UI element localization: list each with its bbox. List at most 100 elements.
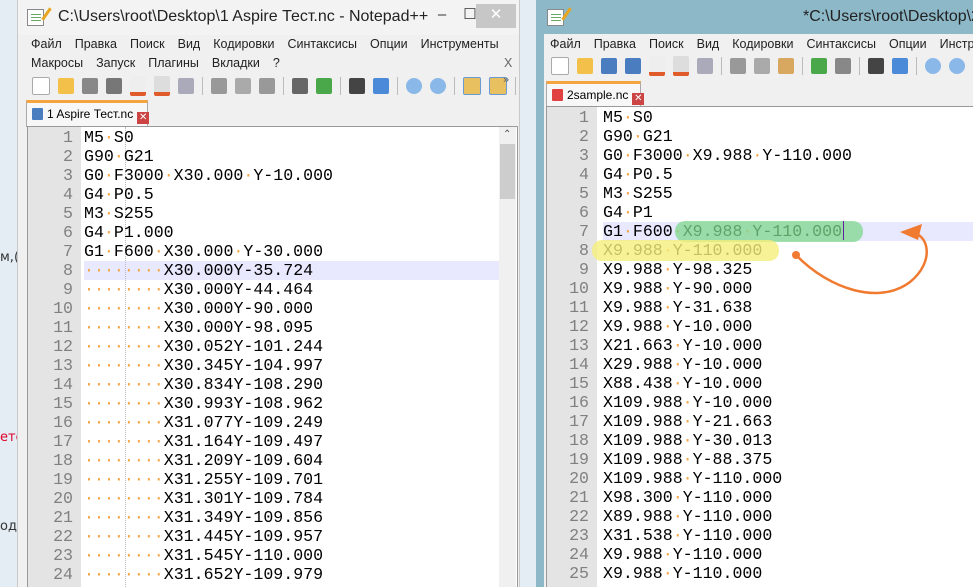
code-line[interactable]: 1 M5 S0 bbox=[547, 108, 973, 127]
code-line[interactable]: 4 G4 P0.5 bbox=[28, 185, 499, 204]
code-line[interactable]: 7 G1 F600 X30.000 Y-30.000 bbox=[28, 242, 499, 261]
replace-icon[interactable] bbox=[892, 58, 908, 74]
menu-file[interactable]: Файл bbox=[31, 37, 62, 51]
code-line[interactable]: 24 X9.988 Y-110.000 bbox=[547, 545, 973, 564]
code-line[interactable]: 17 X109.988 Y-21.663 bbox=[547, 412, 973, 431]
new-file-icon[interactable] bbox=[32, 77, 50, 95]
copy-icon[interactable] bbox=[754, 58, 770, 74]
code-line[interactable]: 16 X31.077Y-109.249 bbox=[28, 413, 499, 432]
find-icon[interactable] bbox=[349, 78, 365, 94]
paste-icon[interactable] bbox=[259, 78, 275, 94]
open-file-icon[interactable] bbox=[58, 78, 74, 94]
editor-left[interactable]: ⌃ 1 M5 S0 2 G90 G21 3 G0 F3000 X30.000 Y-10.0… bbox=[27, 126, 518, 587]
code-line[interactable]: 17 X31.164Y-109.497 bbox=[28, 432, 499, 451]
close-file-icon[interactable] bbox=[130, 76, 146, 96]
code-line[interactable]: 16 X109.988 Y-10.000 bbox=[547, 393, 973, 412]
menu-close-doc[interactable]: X bbox=[504, 56, 512, 70]
code-line[interactable]: 19 X31.255Y-109.701 bbox=[28, 470, 499, 489]
menu-search[interactable]: Поиск bbox=[649, 37, 684, 51]
title-bar[interactable]: C:\Users\root\Desktop\1 Aspire Тест.nc -… bbox=[18, 0, 519, 35]
menu-encoding[interactable]: Кодировки bbox=[732, 37, 793, 51]
zoom-out-icon[interactable] bbox=[949, 58, 965, 74]
code-line[interactable]: 9 X30.000Y-44.464 bbox=[28, 280, 499, 299]
save-all-icon[interactable] bbox=[106, 78, 122, 94]
code-line[interactable]: 12 X9.988 Y-10.000 bbox=[547, 317, 973, 336]
close-file-icon[interactable] bbox=[649, 56, 665, 76]
code-line[interactable]: 25 X9.988 Y-110.000 bbox=[547, 564, 973, 583]
close-all-icon[interactable] bbox=[673, 56, 689, 76]
code-line[interactable]: 20 X109.988 Y-110.000 bbox=[547, 469, 973, 488]
menu-tools[interactable]: Инструменты bbox=[421, 37, 499, 51]
code-line[interactable]: 11 X9.988 Y-31.638 bbox=[547, 298, 973, 317]
code-line[interactable]: 5 M3 S255 bbox=[28, 204, 499, 223]
zoom-in-icon[interactable] bbox=[406, 78, 422, 94]
menu-language[interactable]: Синтаксисы bbox=[287, 37, 357, 51]
menu-search[interactable]: Поиск bbox=[130, 37, 165, 51]
toolbar-overflow-button[interactable]: » bbox=[503, 74, 509, 86]
sync-vertical-icon[interactable] bbox=[463, 77, 481, 95]
menu-window[interactable]: Вкладки bbox=[212, 56, 260, 70]
code-line[interactable]: 8 X30.000Y-35.724 bbox=[28, 261, 499, 280]
code-line[interactable]: 21 X98.300 Y-110.000 bbox=[547, 488, 973, 507]
code-line[interactable]: 19 X109.988 Y-88.375 bbox=[547, 450, 973, 469]
code-line[interactable]: 5 M3 S255 bbox=[547, 184, 973, 203]
save-icon[interactable] bbox=[601, 58, 617, 74]
redo-icon[interactable] bbox=[316, 78, 332, 94]
cut-icon[interactable] bbox=[730, 58, 746, 74]
open-file-icon[interactable] bbox=[577, 58, 593, 74]
code-line[interactable]: 13 X30.345Y-104.997 bbox=[28, 356, 499, 375]
code-line[interactable]: 2 G90 G21 bbox=[28, 147, 499, 166]
print-icon[interactable] bbox=[178, 78, 194, 94]
code-line[interactable]: 2 G90 G21 bbox=[547, 127, 973, 146]
tab-1-aspire[interactable]: 1 Aspire Тест.nc ✕ bbox=[26, 100, 150, 127]
code-line[interactable]: 1 M5 S0 bbox=[28, 128, 499, 147]
code-line[interactable]: 24 X31.652Y-109.979 bbox=[28, 565, 499, 584]
code-line[interactable]: 20 X31.301Y-109.784 bbox=[28, 489, 499, 508]
zoom-out-icon[interactable] bbox=[430, 78, 446, 94]
menu-file[interactable]: Файл bbox=[550, 37, 581, 51]
code-line[interactable]: 15 X88.438 Y-10.000 bbox=[547, 374, 973, 393]
code-line[interactable]: 10 X30.000Y-90.000 bbox=[28, 299, 499, 318]
menu-edit[interactable]: Правка bbox=[594, 37, 636, 51]
code-line[interactable]: 13 X21.663 Y-10.000 bbox=[547, 336, 973, 355]
menu-help[interactable]: ? bbox=[273, 56, 280, 70]
copy-icon[interactable] bbox=[235, 78, 251, 94]
menu-view[interactable]: Вид bbox=[178, 37, 201, 51]
code-line[interactable]: 11 X30.000Y-98.095 bbox=[28, 318, 499, 337]
code-line[interactable]: 9 X9.988 Y-98.325 bbox=[547, 260, 973, 279]
code-line[interactable]: 3 G0 F3000 X9.988 Y-110.000 bbox=[547, 146, 973, 165]
code-line[interactable]: 22 X31.445Y-109.957 bbox=[28, 527, 499, 546]
menu-tools[interactable]: Инстру bbox=[940, 37, 973, 51]
undo-icon[interactable] bbox=[811, 58, 827, 74]
code-line[interactable]: 6 G4 P1 bbox=[547, 203, 973, 222]
menu-settings[interactable]: Опции bbox=[889, 37, 927, 51]
code-line[interactable]: 10 X9.988 Y-90.000 bbox=[547, 279, 973, 298]
save-all-icon[interactable] bbox=[625, 58, 641, 74]
replace-icon[interactable] bbox=[373, 78, 389, 94]
menu-macro[interactable]: Макросы bbox=[31, 56, 83, 70]
new-file-icon[interactable] bbox=[551, 57, 569, 75]
code-line[interactable]: 14 X30.834Y-108.290 bbox=[28, 375, 499, 394]
title-bar[interactable]: *C:\Users\root\Desktop\2s bbox=[536, 0, 973, 35]
scroll-up-arrow-icon[interactable]: ⌃ bbox=[503, 129, 511, 140]
cut-icon[interactable] bbox=[211, 78, 227, 94]
menu-encoding[interactable]: Кодировки bbox=[213, 37, 274, 51]
print-icon[interactable] bbox=[697, 58, 713, 74]
menu-view[interactable]: Вид bbox=[697, 37, 720, 51]
find-icon[interactable] bbox=[868, 58, 884, 74]
menu-run[interactable]: Запуск bbox=[96, 56, 135, 70]
code-line[interactable]: 6 G4 P1.000 bbox=[28, 223, 499, 242]
code-line[interactable]: 15 X30.993Y-108.962 bbox=[28, 394, 499, 413]
code-line[interactable]: 14 X29.988 Y-10.000 bbox=[547, 355, 973, 374]
code-line[interactable]: 23 X31.545Y-110.000 bbox=[28, 546, 499, 565]
code-line[interactable]: 21 X31.349Y-109.856 bbox=[28, 508, 499, 527]
code-line[interactable]: 23 X31.538 Y-110.000 bbox=[547, 526, 973, 545]
code-line[interactable]: 4 G4 P0.5 bbox=[547, 165, 973, 184]
minimize-button[interactable]: – bbox=[430, 4, 454, 28]
tab-2sample[interactable]: 2sample.nc ✕ bbox=[546, 81, 645, 108]
paste-icon[interactable] bbox=[778, 58, 794, 74]
editor-right[interactable]: 1 M5 S0 2 G90 G21 3 G0 F3000 X9.988 Y-110.000… bbox=[546, 106, 973, 587]
undo-icon[interactable] bbox=[292, 78, 308, 94]
zoom-in-icon[interactable] bbox=[925, 58, 941, 74]
menu-plugins[interactable]: Плагины bbox=[148, 56, 199, 70]
